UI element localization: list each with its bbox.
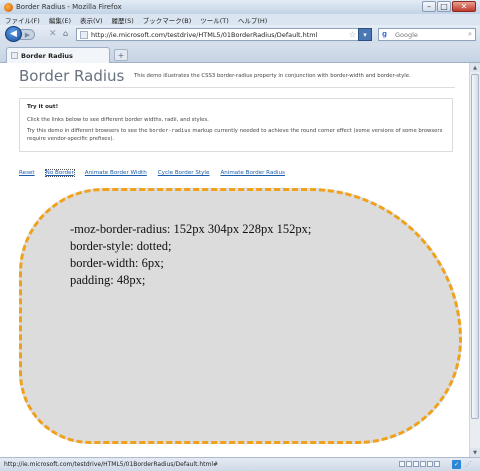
search-icon[interactable]: ⌕	[468, 30, 472, 39]
scroll-down-icon[interactable]: ▼	[470, 448, 480, 457]
indicator-icon	[420, 461, 426, 467]
scrollbar-thumb[interactable]	[471, 74, 479, 419]
note-text-a: Try this demo in different browsers to s…	[27, 128, 150, 134]
indicator-icon	[399, 461, 405, 467]
header-divider	[19, 87, 455, 88]
site-favicon-icon	[80, 31, 88, 39]
stop-icon[interactable]: ✕	[49, 29, 57, 39]
window-titlebar: Border Radius - Mozilla Firefox	[0, 0, 480, 14]
page-title: Border Radius	[19, 67, 125, 85]
menu-tools[interactable]: ツール(T)	[200, 15, 229, 25]
navigation-toolbar: ▶ ◀ ✕ ⌂ http://ie.microsoft.com/testdriv…	[0, 25, 480, 43]
demo-code-style: border-style: dotted;	[70, 239, 172, 253]
home-icon[interactable]: ⌂	[63, 29, 68, 38]
new-tab-button[interactable]: +	[114, 49, 128, 61]
try-it-heading: Try it out!	[27, 104, 59, 110]
tab-favicon-icon	[11, 52, 18, 59]
bookmark-star-icon[interactable]: ☆	[349, 30, 356, 39]
address-bar[interactable]: http://ie.microsoft.com/testdrive/HTML5/…	[76, 28, 360, 41]
demo-links: Reset No Border Animate Border Width Cyc…	[19, 169, 296, 177]
maximize-button[interactable]: □	[437, 1, 451, 12]
minimize-button[interactable]: –	[422, 1, 436, 12]
back-button[interactable]: ◀	[5, 26, 22, 42]
menu-history[interactable]: 履歴(S)	[112, 15, 134, 25]
page-content: Border Radius This demo illustrates the …	[0, 63, 469, 457]
firefox-icon	[4, 2, 13, 12]
tab-label: Border Radius	[21, 51, 73, 60]
vertical-scrollbar[interactable]: ▲ ▼	[469, 63, 480, 457]
demo-code-padding: padding: 48px;	[70, 273, 146, 287]
indicator-icon	[406, 461, 412, 467]
status-url: http://ie.microsoft.com/testdrive/HTML5/…	[4, 461, 219, 468]
window-title: Border Radius - Mozilla Firefox	[16, 3, 122, 11]
menu-edit[interactable]: 編集(E)	[49, 15, 71, 25]
search-input[interactable]	[395, 30, 465, 39]
resize-grip-icon[interactable]: ⋰	[465, 460, 475, 470]
try-it-browsers-note: Try this demo in different browsers to s…	[27, 127, 445, 143]
cycle-border-style-link[interactable]: Cycle Border Style	[158, 170, 210, 176]
try-it-instructions: Click the links below to see different b…	[27, 117, 209, 123]
no-border-link[interactable]: No Border	[44, 169, 75, 177]
address-url[interactable]: http://ie.microsoft.com/testdrive/HTML5/…	[91, 31, 317, 39]
page-description: This demo illustrates the CSS3 border-ra…	[134, 73, 411, 79]
indicator-icon	[434, 461, 440, 467]
close-button[interactable]: ✕	[452, 1, 476, 12]
demo-code-radius: -moz-border-radius: 152px 304px 228px 15…	[70, 222, 312, 236]
status-indicators	[399, 461, 441, 467]
forward-button[interactable]: ▶	[20, 29, 35, 40]
scroll-up-icon[interactable]: ▲	[470, 63, 480, 72]
feed-icon[interactable]: ▾	[358, 28, 372, 41]
menu-file[interactable]: ファイル(F)	[5, 15, 40, 25]
tab-strip: Border Radius +	[0, 43, 480, 63]
google-engine-icon[interactable]: g	[382, 30, 387, 38]
demo-code-width: border-width: 6px;	[70, 256, 164, 270]
animate-border-radius-link[interactable]: Animate Border Radius	[220, 170, 285, 176]
status-bar: http://ie.microsoft.com/testdrive/HTML5/…	[0, 457, 480, 471]
indicator-icon	[427, 461, 433, 467]
animate-border-width-link[interactable]: Animate Border Width	[85, 170, 147, 176]
indicator-icon	[413, 461, 419, 467]
try-it-panel: Try it out! Click the links below to see…	[19, 98, 453, 152]
menu-bookmarks[interactable]: ブックマーク(B)	[143, 15, 192, 25]
menu-bar: ファイル(F) 編集(E) 表示(V) 履歴(S) ブックマーク(B) ツール(…	[0, 14, 480, 25]
note-code: border-radius	[149, 128, 191, 134]
security-shield-icon[interactable]: ✓	[452, 460, 461, 469]
menu-help[interactable]: ヘルプ(H)	[238, 15, 267, 25]
menu-view[interactable]: 表示(V)	[80, 15, 103, 25]
tab-border-radius[interactable]: Border Radius	[6, 47, 110, 63]
search-box[interactable]: g ⌕	[378, 28, 476, 41]
border-radius-demo-box: -moz-border-radius: 152px 304px 228px 15…	[19, 188, 462, 444]
reset-link[interactable]: Reset	[19, 170, 35, 176]
